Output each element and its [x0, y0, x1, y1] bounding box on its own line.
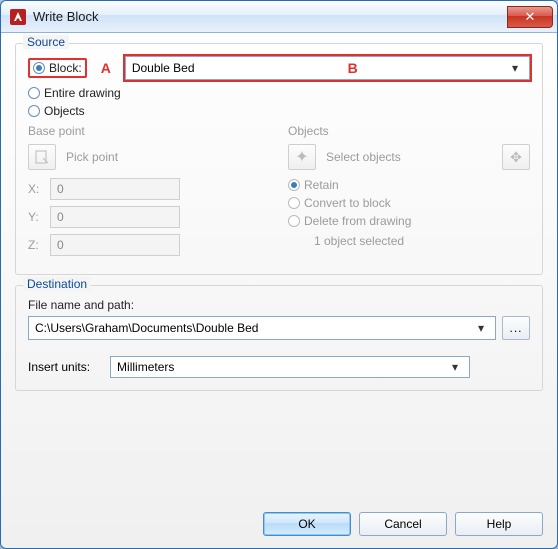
z-label: Z: [28, 238, 42, 252]
base-point-label: Base point [28, 124, 270, 138]
destination-group-label: Destination [23, 277, 91, 291]
y-label: Y: [28, 210, 42, 224]
convert-label: Convert to block [304, 196, 391, 210]
cancel-button[interactable]: Cancel [359, 512, 447, 536]
units-value: Millimeters [117, 360, 447, 374]
retain-label: Retain [304, 178, 339, 192]
base-point-section: Base point Pick point X: [28, 124, 270, 262]
browse-button[interactable]: ... [502, 316, 530, 340]
chevron-down-icon: ▾ [447, 360, 463, 374]
radio-entire-drawing[interactable]: Entire drawing [28, 86, 530, 100]
objects-section: Objects ✦ Select objects ✥ [288, 124, 530, 262]
select-objects-button: ✦ [288, 144, 316, 170]
titlebar: Write Block ✕ [1, 1, 557, 33]
path-value: C:\Users\Graham\Documents\Double Bed [35, 321, 473, 335]
units-label: Insert units: [28, 360, 90, 374]
source-group-label: Source [23, 35, 69, 49]
close-icon: ✕ [525, 9, 536, 25]
radio-objects[interactable]: Objects [28, 104, 530, 118]
dialog-content: Source Block: A Double Bed B ▾ [1, 33, 557, 502]
pick-point-button [28, 144, 56, 170]
ok-label: OK [298, 517, 315, 531]
close-button[interactable]: ✕ [507, 6, 553, 28]
window-title: Write Block [33, 9, 507, 24]
units-combo[interactable]: Millimeters ▾ [110, 356, 470, 378]
help-button[interactable]: Help [455, 512, 543, 536]
path-label: File name and path: [28, 298, 530, 312]
radio-icon [33, 62, 45, 74]
y-input [50, 206, 180, 228]
app-icon [9, 8, 27, 26]
radio-icon [288, 215, 300, 227]
radio-icon [288, 179, 300, 191]
radio-retain: Retain [288, 178, 530, 192]
select-objects-label: Select objects [326, 150, 492, 164]
radio-icon [28, 105, 40, 117]
radio-icon [28, 87, 40, 99]
radio-block[interactable]: Block: [33, 61, 82, 75]
source-group: Source Block: A Double Bed B ▾ [15, 43, 543, 275]
pick-point-label: Pick point [66, 150, 118, 164]
filter-icon: ✥ [510, 149, 522, 166]
radio-icon [288, 197, 300, 209]
x-input [50, 178, 180, 200]
quick-select-button: ✥ [502, 144, 530, 170]
chevron-down-icon: ▾ [507, 61, 523, 75]
radio-block-label: Block: [49, 61, 82, 75]
block-radio-highlight: Block: [28, 58, 87, 78]
annotation-a: A [101, 60, 111, 76]
pick-point-icon [34, 149, 50, 165]
annotation-b: B [348, 60, 358, 76]
plus-icon: ✦ [295, 147, 308, 167]
radio-convert: Convert to block [288, 196, 530, 210]
radio-objects-label: Objects [44, 104, 85, 118]
delete-label: Delete from drawing [304, 214, 411, 228]
radio-entire-drawing-label: Entire drawing [44, 86, 121, 100]
destination-group: Destination File name and path: C:\Users… [15, 285, 543, 391]
x-label: X: [28, 182, 42, 196]
block-combo-value: Double Bed [132, 61, 507, 75]
block-combo[interactable]: Double Bed B ▾ [125, 56, 530, 80]
browse-label: ... [509, 321, 522, 335]
ok-button[interactable]: OK [263, 512, 351, 536]
objects-status: 1 object selected [314, 234, 530, 248]
button-row: OK Cancel Help [1, 502, 557, 548]
cancel-label: Cancel [384, 517, 421, 531]
path-combo[interactable]: C:\Users\Graham\Documents\Double Bed ▾ [28, 316, 496, 340]
radio-delete: Delete from drawing [288, 214, 530, 228]
z-input [50, 234, 180, 256]
chevron-down-icon: ▾ [473, 321, 489, 335]
objects-sub-label: Objects [288, 124, 530, 138]
write-block-dialog: Write Block ✕ Source Block: A Double B [0, 0, 558, 549]
help-label: Help [487, 517, 512, 531]
